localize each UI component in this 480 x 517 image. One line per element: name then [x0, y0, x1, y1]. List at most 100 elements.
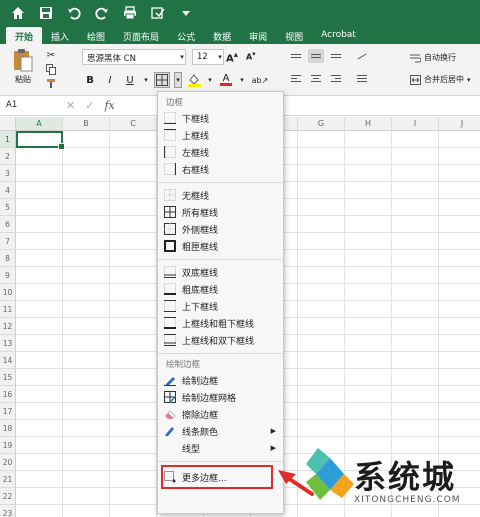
confirm-icon[interactable]: ✓ — [85, 99, 94, 112]
format-painter-icon[interactable] — [42, 76, 60, 90]
shrink-font-button[interactable]: A▾ — [246, 50, 256, 62]
font-size-dropdown-icon[interactable]: ▾ — [216, 49, 224, 65]
borders-button[interactable] — [154, 72, 170, 88]
name-box[interactable]: A1 — [4, 98, 60, 114]
row-header[interactable]: 19 — [0, 437, 16, 454]
menu-item-no-border[interactable]: 无框线 — [164, 187, 280, 203]
row-header[interactable]: 3 — [0, 165, 16, 182]
wrap-text-button[interactable]: 自动换行 — [410, 52, 456, 63]
italic-button[interactable]: I — [102, 72, 118, 88]
column-header[interactable]: I — [392, 117, 439, 131]
cut-icon[interactable]: ✂ — [42, 48, 60, 62]
row-header[interactable]: 18 — [0, 420, 16, 437]
redo-icon[interactable] — [94, 5, 110, 21]
row-header[interactable]: 15 — [0, 369, 16, 386]
align-top-button[interactable] — [288, 49, 304, 63]
row-header[interactable]: 2 — [0, 148, 16, 165]
select-all-corner[interactable] — [0, 117, 16, 131]
copy-icon[interactable] — [42, 62, 60, 76]
merge-center-button[interactable]: 合并后居中 ▾ — [410, 74, 471, 85]
tab-insert[interactable]: 插入 — [42, 27, 78, 44]
indent-icon[interactable] — [354, 71, 370, 85]
format-icon[interactable] — [150, 5, 166, 21]
menu-item-top-bottom-border[interactable]: 上下框线 — [164, 298, 280, 314]
orientation-icon[interactable] — [354, 49, 370, 63]
row-header[interactable]: 12 — [0, 318, 16, 335]
row-header[interactable]: 9 — [0, 267, 16, 284]
menu-item-right-border[interactable]: 右框线 — [164, 161, 280, 177]
home-icon[interactable] — [10, 5, 26, 21]
menu-item-thick-bottom-border[interactable]: 粗底框线 — [164, 281, 280, 297]
align-middle-button[interactable] — [308, 49, 324, 63]
undo-icon[interactable] — [66, 5, 82, 21]
menu-item-left-border[interactable]: 左框线 — [164, 144, 280, 160]
column-header[interactable]: A — [16, 117, 63, 131]
menu-item-all-borders[interactable]: 所有框线 — [164, 204, 280, 220]
paste-button[interactable]: 粘贴 — [6, 48, 40, 92]
menu-item-thick-box-border[interactable]: 粗匣框线 — [164, 238, 280, 254]
row-header[interactable]: 11 — [0, 301, 16, 318]
row-header[interactable]: 6 — [0, 216, 16, 233]
align-left-button[interactable] — [288, 71, 304, 85]
row-header[interactable]: 22 — [0, 488, 16, 505]
active-cell-a1[interactable] — [16, 131, 65, 150]
menu-item-erase-border[interactable]: 擦除边框 — [164, 406, 280, 422]
row-header[interactable]: 13 — [0, 335, 16, 352]
row-header[interactable]: 10 — [0, 284, 16, 301]
fill-color-button[interactable] — [186, 72, 202, 88]
row-header[interactable]: 1 — [0, 131, 16, 148]
bold-button[interactable]: B — [82, 72, 98, 88]
menu-item-bottom-border[interactable]: 下框线 — [164, 110, 280, 126]
align-bottom-button[interactable] — [328, 49, 344, 63]
row-header[interactable]: 7 — [0, 233, 16, 250]
tab-page-layout[interactable]: 页面布局 — [114, 27, 168, 44]
row-header[interactable]: 16 — [0, 386, 16, 403]
row-header[interactable]: 14 — [0, 352, 16, 369]
menu-item-draw-border[interactable]: 绘制边框 — [164, 372, 280, 388]
column-header[interactable]: C — [110, 117, 157, 131]
tab-review[interactable]: 审阅 — [240, 27, 276, 44]
align-right-button[interactable] — [328, 71, 344, 85]
tab-acrobat[interactable]: Acrobat — [312, 27, 365, 44]
fill-color-dropdown-icon[interactable]: ▾ — [206, 72, 214, 88]
menu-item-top-double-bottom-border[interactable]: 上框线和双下框线 — [164, 332, 280, 348]
row-header[interactable]: 17 — [0, 403, 16, 420]
merge-dropdown-icon[interactable]: ▾ — [467, 76, 471, 84]
column-header[interactable]: H — [345, 117, 392, 131]
font-color-button[interactable]: A — [218, 72, 234, 88]
borders-dropdown-icon[interactable]: ▾ — [174, 72, 182, 88]
menu-item-double-bottom-border[interactable]: 双底框线 — [164, 264, 280, 280]
row-header[interactable]: 4 — [0, 182, 16, 199]
menu-item-draw-border-grid[interactable]: 绘制边框网格 — [164, 389, 280, 405]
column-header[interactable]: J — [439, 117, 480, 131]
font-color-dropdown-icon[interactable]: ▾ — [238, 72, 246, 88]
font-name-input[interactable]: 思源黑体 CN — [82, 49, 186, 65]
underline-button[interactable]: U — [122, 72, 138, 88]
tab-formulas[interactable]: 公式 — [168, 27, 204, 44]
column-header[interactable]: G — [298, 117, 345, 131]
menu-item-outside-borders[interactable]: 外侧框线 — [164, 221, 280, 237]
print-icon[interactable] — [122, 5, 138, 21]
tab-draw[interactable]: 绘图 — [78, 27, 114, 44]
column-header[interactable]: B — [63, 117, 110, 131]
font-name-dropdown-icon[interactable]: ▾ — [177, 49, 187, 65]
tab-home[interactable]: 开始 — [6, 27, 43, 44]
more-icon[interactable] — [178, 5, 194, 21]
align-center-button[interactable] — [308, 71, 324, 85]
save-icon[interactable] — [38, 5, 54, 21]
row-header[interactable]: 23 — [0, 505, 16, 517]
tab-data[interactable]: 数据 — [204, 27, 240, 44]
menu-item-line-style[interactable]: 线型 ▶ — [164, 440, 280, 456]
row-header[interactable]: 5 — [0, 199, 16, 216]
grow-font-button[interactable]: A▴ — [226, 49, 238, 64]
row-header[interactable]: 21 — [0, 471, 16, 488]
menu-item-top-border[interactable]: 上框线 — [164, 127, 280, 143]
cancel-icon[interactable]: ✕ — [66, 99, 75, 112]
row-header[interactable]: 20 — [0, 454, 16, 471]
text-orientation-button[interactable]: ab ↗ — [250, 72, 270, 88]
menu-item-line-color[interactable]: 线条颜色 ▶ — [164, 423, 280, 439]
underline-dropdown-icon[interactable]: ▾ — [142, 72, 150, 88]
tab-view[interactable]: 视图 — [276, 27, 312, 44]
insert-function-button[interactable]: fx — [104, 99, 114, 112]
row-header[interactable]: 8 — [0, 250, 16, 267]
